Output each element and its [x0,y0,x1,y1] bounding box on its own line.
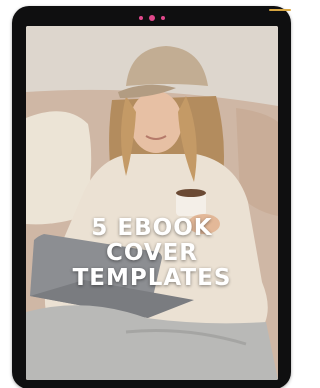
face [130,91,182,153]
page: 5 EBOOK COVER TEMPLATES [0,0,291,388]
camera-lens-icon [148,15,155,21]
corner-accent-line [269,9,291,11]
coffee [176,189,206,197]
cover-title-line: COVER [105,240,199,266]
cover-title-line: 5 EBOOK [91,215,213,241]
camera-dot-icon [138,16,143,20]
cover-title-line: TEMPLATES [72,265,232,291]
cover-title: 5 EBOOK COVER TEMPLATES [26,216,278,291]
tablet-screen: 5 EBOOK COVER TEMPLATES [26,26,278,380]
camera-dots [12,15,291,21]
tablet-mockup: 5 EBOOK COVER TEMPLATES [12,6,291,388]
cover-photo [26,26,278,380]
camera-dot-icon [160,16,165,20]
